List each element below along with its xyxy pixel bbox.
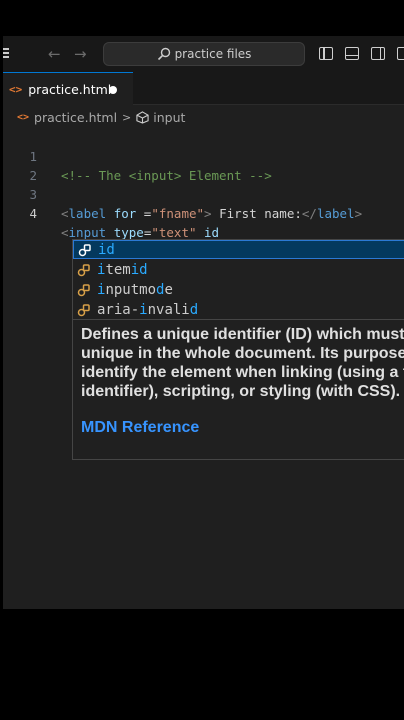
property-icon — [78, 243, 91, 256]
property-icon — [77, 283, 90, 296]
forward-arrow-icon[interactable]: → — [74, 45, 87, 63]
tab-label: practice.html — [28, 81, 112, 97]
search-icon — [157, 47, 170, 61]
token: input — [68, 225, 107, 240]
suggestion-description: Defines a unique identifier (ID) which m… — [81, 326, 404, 400]
suggestion-text: tem — [105, 261, 131, 278]
vscode-window: ← → practice files <> practice.html <> p… — [3, 36, 404, 609]
editor-tab-bar: <> practice.html — [3, 72, 404, 105]
suggestion-match: i — [97, 261, 106, 278]
toggle-panel-icon[interactable] — [345, 47, 359, 60]
unsaved-changes-dot-icon[interactable] — [109, 86, 117, 94]
suggestion-item[interactable]: i nputmo d e — [73, 280, 404, 299]
token: label — [68, 206, 107, 221]
code-line: 3 <label for ="fname"> First name:</labe… — [3, 166, 404, 221]
suggestion-match: id — [98, 241, 115, 258]
breadcrumb-element[interactable]: input — [153, 110, 185, 125]
token: > — [204, 206, 212, 221]
html-file-icon: <> — [9, 82, 23, 96]
breadcrumb-separator-icon: > — [122, 110, 132, 124]
suggestion-details-panel: Defines a unique identifier (ID) which m… — [72, 320, 404, 460]
token: = — [136, 206, 152, 221]
toggle-secondary-sidebar-icon[interactable] — [371, 47, 385, 60]
suggestion-text: aria- — [97, 301, 140, 318]
suggestion-item[interactable]: i tem id — [73, 260, 404, 279]
tab-practice-html[interactable]: <> practice.html — [3, 72, 133, 105]
back-arrow-icon[interactable]: ← — [48, 45, 61, 63]
customize-layout-icon[interactable] — [397, 47, 404, 60]
token: "text" — [151, 225, 197, 240]
mdn-reference-link[interactable]: MDN Reference — [81, 419, 404, 437]
suggestion-match: i — [97, 281, 106, 298]
token: < — [61, 225, 69, 240]
code-line: 1 <!-- The <input> Element --> — [3, 128, 404, 183]
token: > — [354, 206, 363, 221]
token: for — [113, 206, 137, 221]
token: "fname" — [151, 206, 205, 221]
symbol-element-icon — [136, 110, 149, 124]
toggle-primary-sidebar-icon[interactable] — [319, 47, 333, 60]
token: type — [113, 225, 144, 240]
menu-icon[interactable] — [3, 48, 9, 58]
title-bar: ← → practice files — [3, 36, 404, 72]
suggestion-item[interactable]: id — [73, 240, 404, 259]
suggestion-text: nputmo — [105, 281, 157, 298]
property-icon — [77, 263, 90, 276]
token: id — [204, 225, 220, 240]
token: label — [316, 206, 355, 221]
html-file-icon: <> — [17, 111, 30, 123]
suggestion-match: d — [156, 281, 165, 298]
token: < — [61, 206, 69, 221]
code-line-active: 4 <input type="text" id — [3, 185, 404, 240]
suggestion-widget: id i tem id i nputmo d e aria-i nvali d — [72, 239, 404, 320]
breadcrumb-file[interactable]: practice.html — [34, 110, 117, 125]
line-number: 4 — [29, 206, 37, 221]
property-icon — [77, 303, 90, 316]
token: </ — [301, 206, 317, 221]
suggestion-match: i — [139, 301, 148, 318]
suggestion-match: d — [189, 301, 199, 318]
suggestion-text: e — [164, 281, 173, 298]
command-center-search[interactable]: practice files — [103, 42, 305, 66]
suggestion-match: id — [130, 261, 148, 278]
code-line: 2 — [3, 147, 404, 183]
token: First name: — [211, 206, 302, 221]
search-label: practice files — [174, 47, 252, 61]
suggestion-item[interactable]: aria-i nvali d — [73, 300, 404, 319]
breadcrumb: <> practice.html > input — [3, 106, 404, 128]
suggestion-text: nvali — [147, 301, 190, 318]
